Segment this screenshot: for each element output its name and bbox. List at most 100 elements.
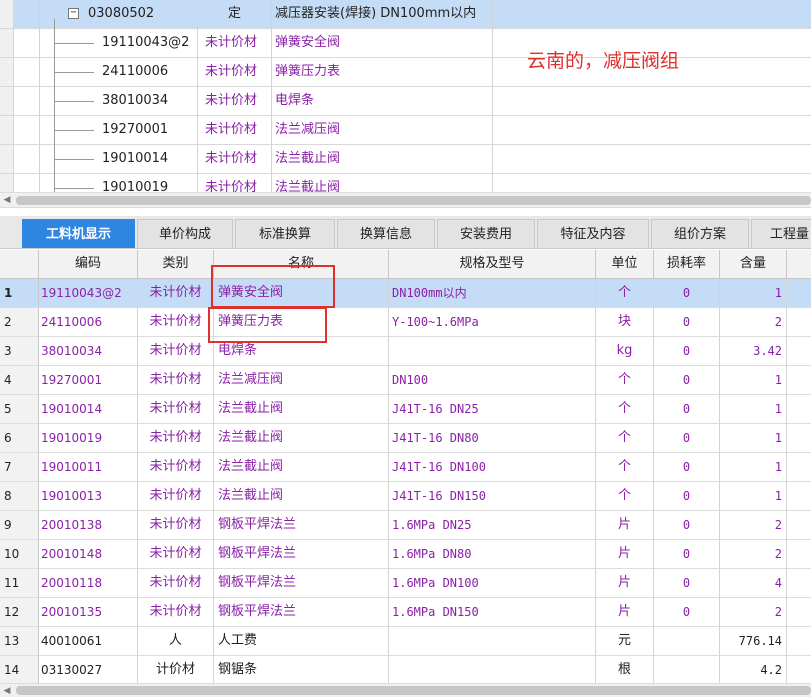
cell-name[interactable]: 钢板平焊法兰 <box>214 569 389 598</box>
cell-type[interactable]: 未计价材 <box>138 540 214 569</box>
header-spec[interactable]: 规格及型号 <box>389 250 596 279</box>
cell-quantity[interactable]: 1 <box>720 482 787 511</box>
row-number[interactable]: 12 <box>0 598 39 627</box>
cell-type[interactable]: 未计价材 <box>138 598 214 627</box>
cell-spec[interactable]: J41T-16 DN150 <box>389 482 596 511</box>
cell-spec[interactable] <box>389 627 596 656</box>
cell-type[interactable]: 计价材 <box>138 656 214 683</box>
cell-loss-rate[interactable] <box>654 627 720 656</box>
cell-unit[interactable]: 元 <box>596 627 654 656</box>
cell-loss-rate[interactable]: 0 <box>654 366 720 395</box>
tree-code-cell[interactable]: 19010014 <box>40 145 198 174</box>
cell-type[interactable]: 未计价材 <box>138 395 214 424</box>
cell-spec[interactable]: DN100mm以内 <box>389 279 596 308</box>
cell-code[interactable]: 03130027 <box>39 656 138 683</box>
tree-code-cell[interactable]: 19010019 <box>40 174 198 192</box>
cell-loss-rate[interactable] <box>654 656 720 683</box>
cell-type[interactable]: 未计价材 <box>138 482 214 511</box>
cell-code[interactable]: 19010014 <box>39 395 138 424</box>
row-number[interactable]: 7 <box>0 453 39 482</box>
scroll-thumb[interactable] <box>16 686 811 695</box>
cell-spec[interactable]: DN100 <box>389 366 596 395</box>
cell-code[interactable]: 20010138 <box>39 511 138 540</box>
cell-loss-rate[interactable]: 0 <box>654 511 720 540</box>
cell-quantity[interactable]: 2 <box>720 308 787 337</box>
cell-name[interactable]: 法兰截止阀 <box>214 482 389 511</box>
cell-spec[interactable]: 1.6MPa DN150 <box>389 598 596 627</box>
cell-spec[interactable]: 1.6MPa DN80 <box>389 540 596 569</box>
cell-unit[interactable]: kg <box>596 337 654 366</box>
bottom-horizontal-scrollbar[interactable]: ◀ <box>0 683 811 697</box>
tab-resource-display[interactable]: 工料机显示 <box>22 219 135 248</box>
cell-unit[interactable]: 个 <box>596 395 654 424</box>
cell-loss-rate[interactable]: 0 <box>654 482 720 511</box>
cell-unit[interactable]: 个 <box>596 366 654 395</box>
row-number[interactable]: 13 <box>0 627 39 656</box>
cell-loss-rate[interactable]: 0 <box>654 453 720 482</box>
cell-unit[interactable]: 个 <box>596 453 654 482</box>
row-number[interactable]: 10 <box>0 540 39 569</box>
row-number[interactable]: 8 <box>0 482 39 511</box>
cell-quantity[interactable]: 776.14 <box>720 627 787 656</box>
cell-code[interactable]: 20010118 <box>39 569 138 598</box>
tab-standard-conversion[interactable]: 标准换算 <box>235 219 335 248</box>
cell-loss-rate[interactable]: 0 <box>654 337 720 366</box>
tree-code-cell[interactable]: 19110043@2 <box>40 29 198 58</box>
cell-quantity[interactable]: 2 <box>720 540 787 569</box>
cell-type[interactable]: 人 <box>138 627 214 656</box>
row-number[interactable]: 2 <box>0 308 39 337</box>
cell-quantity[interactable]: 1 <box>720 279 787 308</box>
cell-name[interactable]: 人工费 <box>214 627 389 656</box>
cell-quantity[interactable]: 1 <box>720 453 787 482</box>
tab-features[interactable]: 特征及内容 <box>537 219 649 248</box>
cell-name[interactable]: 钢板平焊法兰 <box>214 598 389 627</box>
cell-loss-rate[interactable]: 0 <box>654 569 720 598</box>
cell-type[interactable]: 未计价材 <box>138 511 214 540</box>
cell-type[interactable]: 未计价材 <box>138 337 214 366</box>
cell-code[interactable]: 19270001 <box>39 366 138 395</box>
cell-type[interactable]: 未计价材 <box>138 308 214 337</box>
tab-installation-cost[interactable]: 安装费用 <box>437 219 535 248</box>
cell-quantity[interactable]: 1 <box>720 424 787 453</box>
row-number[interactable]: 3 <box>0 337 39 366</box>
cell-quantity[interactable]: 1 <box>720 366 787 395</box>
cell-quantity[interactable]: 2 <box>720 598 787 627</box>
cell-quantity[interactable]: 4 <box>720 569 787 598</box>
cell-quantity[interactable]: 4.2 <box>720 656 787 683</box>
cell-name[interactable]: 钢锯条 <box>214 656 389 683</box>
cell-loss-rate[interactable]: 0 <box>654 424 720 453</box>
tree-code-cell[interactable]: 24110006 <box>40 58 198 87</box>
cell-code[interactable]: 24110006 <box>39 308 138 337</box>
cell-code[interactable]: 19010011 <box>39 453 138 482</box>
tab-unit-price[interactable]: 单价构成 <box>137 219 233 248</box>
cell-loss-rate[interactable]: 0 <box>654 279 720 308</box>
cell-name[interactable]: 钢板平焊法兰 <box>214 540 389 569</box>
cell-code[interactable]: 20010148 <box>39 540 138 569</box>
collapse-icon[interactable]: − <box>68 8 79 19</box>
cell-code[interactable]: 20010135 <box>39 598 138 627</box>
cell-unit[interactable]: 根 <box>596 656 654 683</box>
cell-unit[interactable]: 块 <box>596 308 654 337</box>
cell-code[interactable]: 19010019 <box>39 424 138 453</box>
scroll-left-arrow-icon[interactable]: ◀ <box>0 684 14 697</box>
cell-quantity[interactable]: 1 <box>720 395 787 424</box>
tab-conversion-info[interactable]: 换算信息 <box>337 219 435 248</box>
cell-spec[interactable]: 1.6MPa DN25 <box>389 511 596 540</box>
cell-unit[interactable]: 片 <box>596 569 654 598</box>
row-number[interactable]: 1 <box>0 279 39 308</box>
cell-code[interactable]: 40010061 <box>39 627 138 656</box>
cell-quantity[interactable]: 3.42 <box>720 337 787 366</box>
cell-spec[interactable] <box>389 656 596 683</box>
scroll-left-arrow-icon[interactable]: ◀ <box>0 193 14 207</box>
cell-unit[interactable]: 片 <box>596 598 654 627</box>
cell-code[interactable]: 19010013 <box>39 482 138 511</box>
row-number[interactable]: 9 <box>0 511 39 540</box>
cell-name[interactable]: 法兰截止阀 <box>214 395 389 424</box>
cell-spec[interactable]: J41T-16 DN80 <box>389 424 596 453</box>
scroll-thumb[interactable] <box>16 196 811 205</box>
cell-code[interactable]: 19110043@2 <box>39 279 138 308</box>
cell-loss-rate[interactable]: 0 <box>654 308 720 337</box>
cell-type[interactable]: 未计价材 <box>138 453 214 482</box>
cell-spec[interactable]: 1.6MPa DN100 <box>389 569 596 598</box>
header-unit[interactable]: 单位 <box>596 250 654 279</box>
